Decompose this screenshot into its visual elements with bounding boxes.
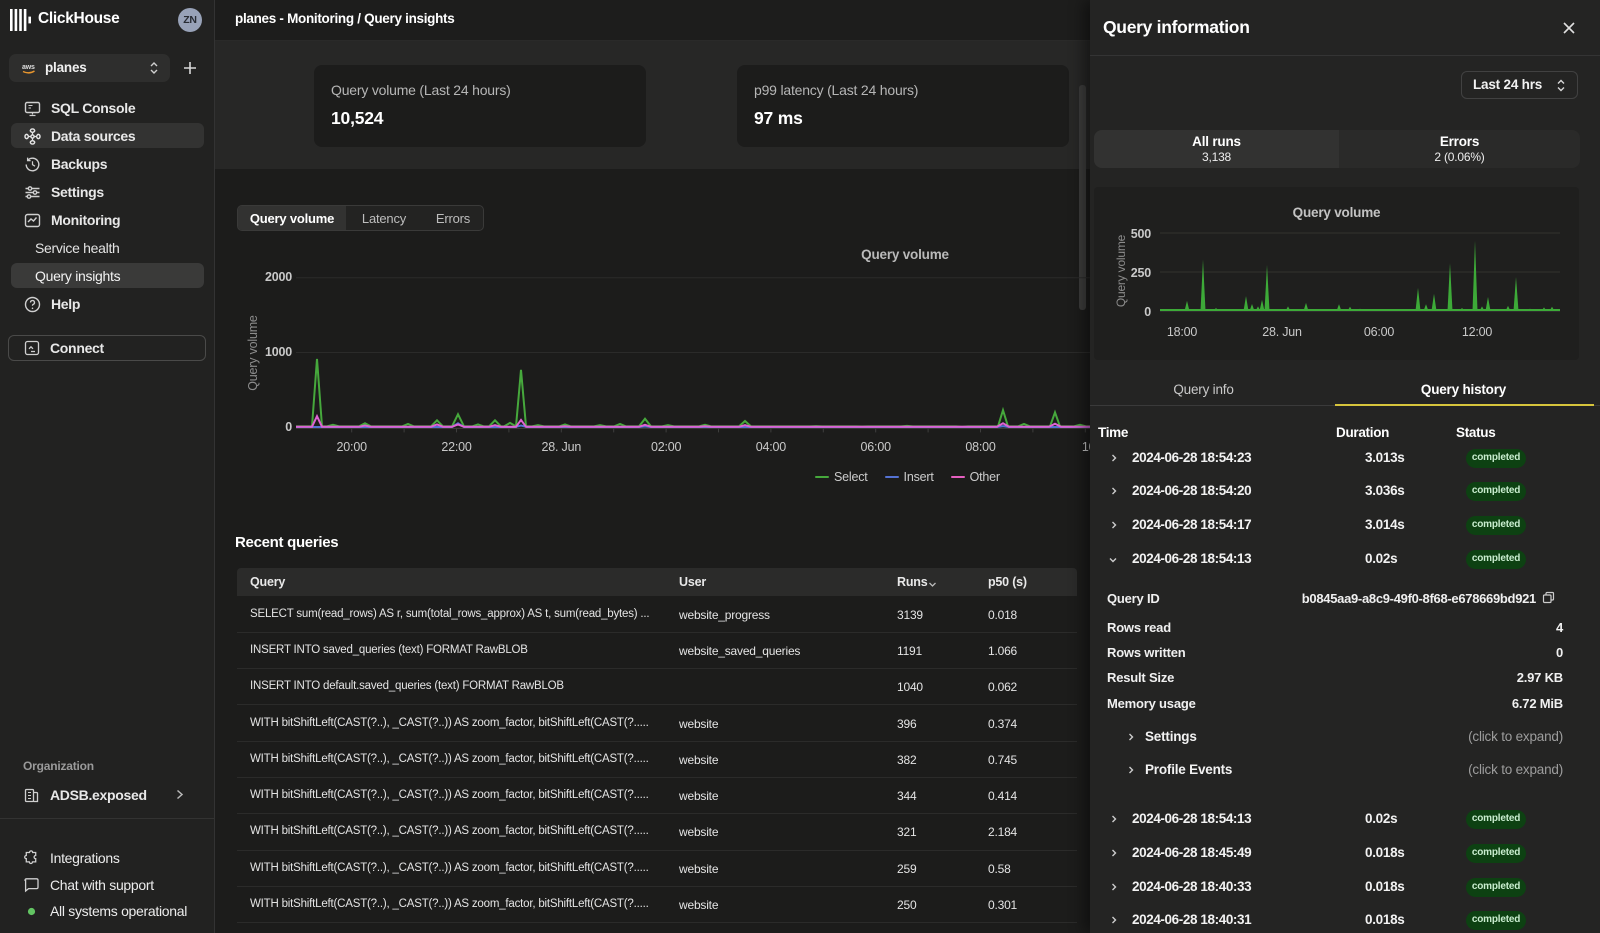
svg-text:aws: aws — [22, 64, 35, 71]
